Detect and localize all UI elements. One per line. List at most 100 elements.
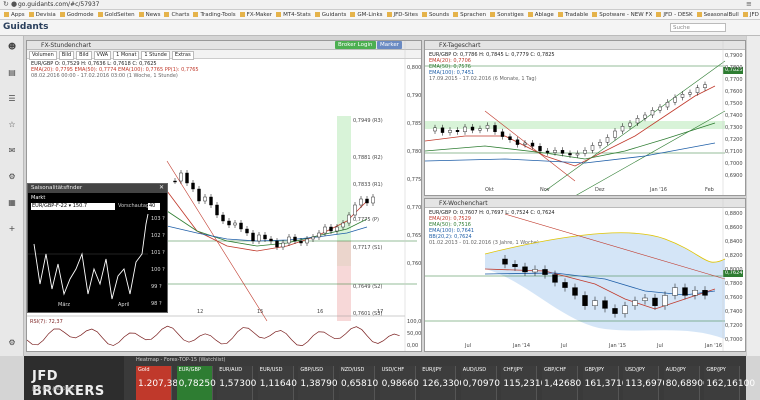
- heatmap-cell[interactable]: NZD/USD 0,65810: [339, 366, 378, 400]
- candle-body: [702, 289, 708, 296]
- candle-body: [695, 87, 700, 93]
- heatmap-cell[interactable]: AUD/JPY 80,68900: [663, 366, 709, 400]
- chat-icon[interactable]: ✉: [6, 146, 18, 156]
- axis-tick: 0,7750: [407, 177, 422, 183]
- bookmark-item[interactable]: Sounds: [422, 10, 449, 19]
- menu-icon[interactable]: ≡: [746, 0, 752, 8]
- heatmap-cell[interactable]: EUR/AUD 1,57300: [217, 366, 257, 400]
- axis-tick: 0,6900: [725, 173, 743, 179]
- axis-tick: Jan '16: [650, 187, 668, 193]
- heatmap-cell[interactable]: USD/CHF 0,98660: [379, 366, 419, 400]
- axis-tick: 0,7600: [407, 261, 422, 267]
- heatmap-cell[interactable]: CHF/JPY 115,23100: [501, 366, 552, 400]
- browser-address-bar: ↻ ● go.guidants.com/#c/57937 ≡: [0, 0, 760, 10]
- rsi-line: [27, 325, 400, 347]
- bookmark-item[interactable]: Trading-Tools: [193, 10, 235, 19]
- heatmap-cell-value: 0,78250: [178, 379, 216, 389]
- heatmap-cell[interactable]: USD/JPY 113,69700: [623, 366, 674, 400]
- heatmap-cell[interactable]: GBP/JPY 161,37100: [582, 366, 633, 400]
- candle-body: [353, 204, 357, 216]
- candle-body: [532, 269, 538, 273]
- axis-tick: 0,7300: [725, 125, 743, 131]
- daily-chart[interactable]: [425, 41, 746, 196]
- bookmark-item[interactable]: Charts: [164, 10, 189, 19]
- candle-body: [335, 226, 339, 232]
- heatmap-cell[interactable]: Gold 1.207,38: [136, 366, 178, 400]
- marker-button[interactable]: Marker: [377, 41, 403, 49]
- heatmap-cell[interactable]: AUD/USD 0,70970: [460, 366, 500, 400]
- bookmark-item[interactable]: FX-Maker: [240, 10, 272, 19]
- url-field[interactable]: go.guidants.com/#c/57937: [18, 1, 100, 8]
- bookmark-item[interactable]: Tradable: [558, 10, 588, 19]
- bookmark-item[interactable]: JFD - YouTube: [743, 10, 760, 19]
- bookmark-item[interactable]: GM-Links: [350, 10, 382, 19]
- candle-body: [515, 139, 520, 145]
- candle-body: [662, 295, 668, 307]
- user-icon[interactable]: ☻: [6, 42, 18, 52]
- bookmark-item[interactable]: GoldSeiten: [98, 10, 135, 19]
- heatmap-cell[interactable]: EUR/GBP 0,78250: [176, 366, 216, 400]
- bookmark-item[interactable]: Spotware - NEW FX: [592, 10, 652, 19]
- chart-icon[interactable]: ▤: [6, 68, 18, 78]
- candle-body: [692, 289, 698, 296]
- bookmark-item[interactable]: JFD - DESK: [656, 10, 692, 19]
- candle-body: [433, 127, 437, 132]
- reload-icon[interactable]: ↻: [3, 0, 9, 8]
- gear-icon[interactable]: ⚙: [6, 172, 18, 182]
- heatmap-cell-name: EUR/AUD: [219, 367, 243, 373]
- bookmark-item[interactable]: JFD-Sites: [387, 10, 418, 19]
- heatmap-title: Heatmap - Forex-TOP-15 (Watchlist): [136, 357, 226, 363]
- axis-tick: 50,00: [407, 331, 422, 337]
- bookmark-item[interactable]: Ablage: [528, 10, 554, 19]
- heatmap-cell-value: 80,68900: [665, 379, 709, 389]
- settings-icon[interactable]: ⚙: [6, 338, 18, 348]
- pivot-level-label: 0,7833 (R1): [353, 182, 383, 188]
- candle-body: [197, 188, 201, 202]
- candle-body: [632, 300, 638, 306]
- candle-body: [502, 258, 508, 265]
- bookmark-item[interactable]: Sonstiges: [490, 10, 524, 19]
- bookmark-item[interactable]: Devisia: [29, 10, 56, 19]
- candle-body: [605, 137, 610, 143]
- plus-icon[interactable]: +: [6, 224, 18, 234]
- candle-body: [215, 204, 219, 216]
- candle-body: [493, 125, 497, 133]
- candle-body: [185, 172, 189, 184]
- heatmap-cell[interactable]: EUR/USD 1,11640: [257, 366, 297, 400]
- heatmap-cell[interactable]: GBP/USD 1,38790: [298, 366, 338, 400]
- broker-login-button[interactable]: Broker Login: [335, 41, 376, 49]
- bookmark-item[interactable]: SeasonalBull: [697, 10, 739, 19]
- heatmap-cell-name: EUR/JPY: [422, 367, 442, 373]
- bookmark-item[interactable]: Sprachen: [453, 10, 486, 19]
- bookmark-item[interactable]: Apps: [4, 10, 25, 19]
- bookmark-item[interactable]: Guidants: [315, 10, 347, 19]
- candle-body: [613, 130, 617, 138]
- candle-body: [448, 129, 452, 133]
- heatmap-cell-name: EUR/GBP: [178, 367, 201, 373]
- bookmark-item[interactable]: News: [139, 10, 161, 19]
- search-input[interactable]: Suche: [670, 23, 726, 32]
- axis-tick: März: [58, 302, 71, 308]
- candle-body: [590, 145, 595, 151]
- candle-body: [582, 295, 588, 307]
- candle-body: [341, 222, 345, 228]
- axis-tick: 0,7000: [725, 337, 743, 343]
- news-icon[interactable]: ☰: [6, 94, 18, 104]
- heatmap-cell[interactable]: GBP/JPY 162,16100: [704, 366, 755, 400]
- star-icon[interactable]: ☆: [6, 120, 18, 130]
- axis-tick: 15: [257, 309, 264, 315]
- heatmap-cell[interactable]: EUR/JPY 126,33000: [420, 366, 471, 400]
- grid-icon[interactable]: ▦: [6, 198, 18, 208]
- axis-tick: 0,7800: [407, 149, 422, 155]
- axis-tick: 99 ?: [151, 284, 162, 290]
- right-sidebar: [746, 36, 760, 356]
- candle-body: [542, 269, 548, 275]
- heatmap-cell-value: 1,57300: [219, 379, 257, 389]
- weekly-chart[interactable]: [425, 199, 746, 352]
- candle-body: [628, 122, 632, 127]
- seasonality-window[interactable]: Saisonalitätsfinder ✕ Markt EUR/GBP-F-22…: [27, 183, 168, 313]
- heatmap-cell[interactable]: GBP/CHF 1,42680: [542, 366, 581, 400]
- bookmark-item[interactable]: Godmode: [60, 10, 94, 19]
- candle-body: [347, 214, 351, 224]
- bookmark-item[interactable]: MT4-Stats: [276, 10, 311, 19]
